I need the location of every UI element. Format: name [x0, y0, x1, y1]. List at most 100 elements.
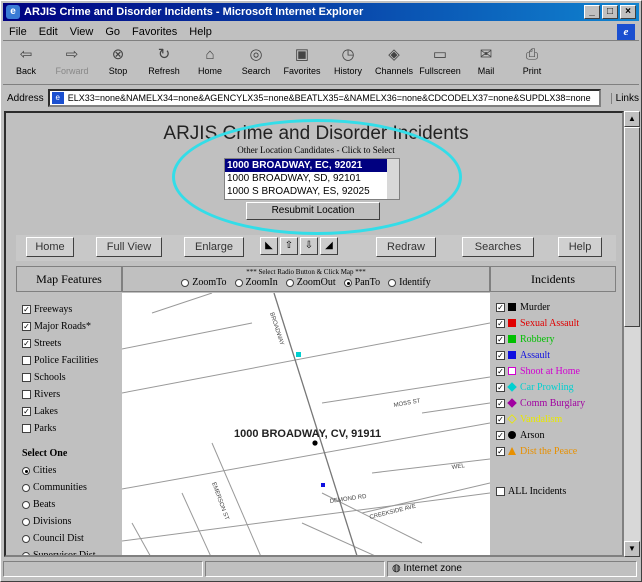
- list-scrollbar[interactable]: [387, 159, 399, 199]
- vertical-scrollbar[interactable]: ▲ ▼: [624, 111, 640, 557]
- menu-file[interactable]: File: [9, 26, 27, 38]
- select-one-heading: Select One: [22, 448, 68, 459]
- searches-button[interactable]: Searches: [462, 237, 534, 257]
- robbery-symbol-icon: [508, 335, 516, 343]
- refresh-button[interactable]: ↻ Refresh: [141, 43, 187, 83]
- radio-icon: [22, 483, 30, 492]
- incident-marker[interactable]: [321, 483, 325, 487]
- checkbox-icon: ✓: [496, 430, 505, 440]
- help-button[interactable]: Help: [558, 237, 602, 257]
- map-view[interactable]: 1000 BROADWAY, CV, 91911 MOSS ST BROADWA…: [122, 293, 490, 557]
- layer-major-roads--checkbox[interactable]: ✓ Major Roads*: [16, 318, 122, 335]
- pan-arrow-icon[interactable]: ⇩: [300, 237, 318, 255]
- layer-streets-checkbox[interactable]: ✓ Streets: [16, 335, 122, 352]
- scroll-down-button[interactable]: ▼: [624, 541, 640, 557]
- tool-zoomto-radio[interactable]: ZoomTo: [181, 277, 227, 288]
- incident-marker[interactable]: [296, 352, 301, 357]
- tool-zoomout-radio[interactable]: ZoomOut: [285, 277, 336, 288]
- stop-button[interactable]: ⊗ Stop: [95, 43, 141, 83]
- menu-view[interactable]: View: [70, 26, 94, 38]
- favorites-button[interactable]: ▣ Favorites: [279, 43, 325, 83]
- minimize-button[interactable]: _: [584, 5, 600, 19]
- location-candidates-list[interactable]: 1000 BROADWAY, EC, 92021 1000 BROADWAY, …: [224, 158, 400, 200]
- incident-car-prowling-checkbox[interactable]: ✓ Car Prowling: [490, 379, 616, 395]
- mail-button[interactable]: ✉ Mail: [463, 43, 509, 83]
- incidents-panel: ✓ Murder ✓ Sexual Assault ✓ Robbery ✓ Assault ✓ S…: [490, 293, 616, 555]
- boundary-supervisor-dist-radio[interactable]: Supervisor Dist: [16, 547, 122, 557]
- incident-dist-the-peace-checkbox[interactable]: ✓ Dist the Peace: [490, 443, 616, 459]
- layer-lakes-checkbox[interactable]: ✓ Lakes: [16, 403, 122, 420]
- incident-murder-checkbox[interactable]: ✓ Murder: [490, 299, 616, 315]
- address-input[interactable]: e ELX33=none&NAMELX34=none&AGENCYLX35=no…: [47, 89, 601, 107]
- search-button[interactable]: ◎ Search: [233, 43, 279, 83]
- channels-button[interactable]: ◈ Channels: [371, 43, 417, 83]
- enlarge-button[interactable]: Enlarge: [184, 237, 244, 257]
- layer-schools-checkbox[interactable]: Schools: [16, 369, 122, 386]
- checkbox-icon: ✓: [496, 382, 505, 392]
- map-canvas[interactable]: 1000 BROADWAY, CV, 91911 MOSS ST BROADWA…: [122, 293, 490, 557]
- list-item[interactable]: 1000 BROADWAY, EC, 92021: [225, 159, 399, 172]
- links-button[interactable]: Links: [610, 92, 639, 104]
- list-item[interactable]: 1000 S BROADWAY, ES, 92025: [225, 185, 399, 198]
- tool-panto-radio[interactable]: PanTo: [343, 277, 380, 288]
- layer-police-facilities-checkbox[interactable]: Police Facilities: [16, 352, 122, 369]
- title-bar[interactable]: e ARJIS Crime and Disorder Incidents - M…: [3, 3, 639, 21]
- page-title: ARJIS Crime and Disorder Incidents: [163, 123, 469, 144]
- layer-freeways-checkbox[interactable]: ✓ Freeways: [16, 301, 122, 318]
- boundary-label: Supervisor Dist: [33, 550, 96, 557]
- page-icon: e: [51, 92, 64, 104]
- boundary-communities-radio[interactable]: Communities: [16, 479, 122, 496]
- incident-shoot-at-home-checkbox[interactable]: ✓ Shoot at Home: [490, 363, 616, 379]
- pan-arrow-icon[interactable]: ◣: [260, 237, 278, 255]
- pan-arrow-icon[interactable]: ◢: [320, 237, 338, 255]
- fullscreen-button[interactable]: ▭ Fullscreen: [417, 43, 463, 83]
- fullscreen-label: Fullscreen: [419, 66, 461, 76]
- forward-button[interactable]: ⇨ Forward: [49, 43, 95, 83]
- close-button[interactable]: ×: [620, 5, 636, 19]
- boundary-cities-radio[interactable]: Cities: [16, 462, 122, 479]
- resubmit-location-button[interactable]: Resubmit Location: [246, 202, 380, 220]
- tool-zoomin-radio[interactable]: ZoomIn: [234, 277, 278, 288]
- incident-sexual-assault-checkbox[interactable]: ✓ Sexual Assault: [490, 315, 616, 331]
- menu-go[interactable]: Go: [105, 26, 120, 38]
- scroll-thumb[interactable]: [624, 127, 640, 327]
- menu-help[interactable]: Help: [189, 26, 212, 38]
- all-incidents-checkbox[interactable]: ALL Incidents: [490, 483, 616, 499]
- home-button[interactable]: ⌂ Home: [187, 43, 233, 83]
- incident-vandalism-checkbox[interactable]: ✓ Vandalism: [490, 411, 616, 427]
- back-arrow-icon: ⇦: [19, 46, 33, 63]
- full-view-button[interactable]: Full View: [96, 237, 162, 257]
- redraw-button[interactable]: Redraw: [376, 237, 436, 257]
- pan-arrow-icon[interactable]: ⇧: [280, 237, 298, 255]
- back-button[interactable]: ⇦ Back: [3, 43, 49, 83]
- home-button[interactable]: Home: [26, 237, 74, 257]
- layer-rivers-checkbox[interactable]: Rivers: [16, 386, 122, 403]
- radio-icon: [343, 278, 352, 287]
- checkbox-icon: ✓: [496, 398, 505, 408]
- maximize-button[interactable]: □: [602, 5, 618, 19]
- incident-robbery-checkbox[interactable]: ✓ Robbery: [490, 331, 616, 347]
- incident-assault-checkbox[interactable]: ✓ Assault: [490, 347, 616, 363]
- menu-favorites[interactable]: Favorites: [132, 26, 177, 38]
- checkbox-icon: ✓: [22, 407, 31, 416]
- list-item[interactable]: 1000 BROADWAY, SD, 92101: [225, 172, 399, 185]
- tool-identify-radio[interactable]: Identify: [388, 277, 431, 288]
- layer-parks-checkbox[interactable]: Parks: [16, 420, 122, 437]
- history-label: History: [333, 66, 362, 76]
- checkbox-icon: ✓: [496, 414, 505, 424]
- incident-comm-burglary-checkbox[interactable]: ✓ Comm Burglary: [490, 395, 616, 411]
- arson-symbol-icon: [508, 431, 516, 439]
- location-label: 1000 BROADWAY, CV, 91911: [234, 428, 381, 440]
- menu-edit[interactable]: Edit: [39, 26, 58, 38]
- browser-window: e ARJIS Crime and Disorder Incidents - M…: [0, 0, 642, 582]
- scroll-up-button[interactable]: ▲: [624, 111, 640, 127]
- history-button[interactable]: ◷ History: [325, 43, 371, 83]
- dist-the-peace-symbol-icon: [508, 447, 516, 455]
- boundary-divisions-radio[interactable]: Divisions: [16, 513, 122, 530]
- zone-label: Internet zone: [403, 563, 462, 574]
- incident-arson-checkbox[interactable]: ✓ Arson: [490, 427, 616, 443]
- print-button[interactable]: ⎙ Print: [509, 43, 555, 83]
- tool-label: ZoomIn: [245, 277, 278, 288]
- boundary-council-dist-radio[interactable]: Council Dist: [16, 530, 122, 547]
- boundary-beats-radio[interactable]: Beats: [16, 496, 122, 513]
